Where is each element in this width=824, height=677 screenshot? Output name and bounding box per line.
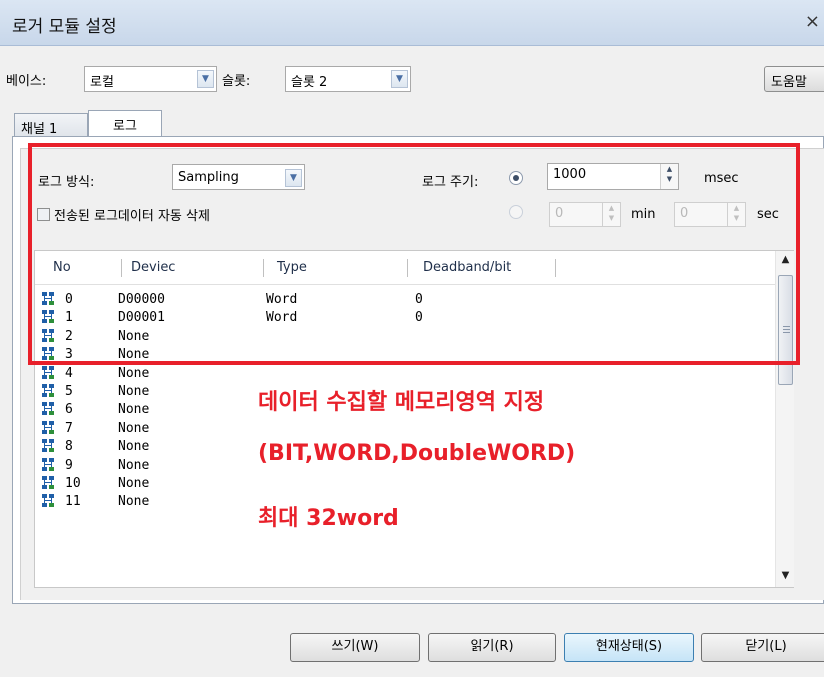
cell-device: None xyxy=(118,439,150,455)
cell-deadband: 0 xyxy=(415,292,423,307)
msec-unit-label: msec xyxy=(704,171,739,186)
grid-header: No Deviec Type Deadband/bit xyxy=(35,251,775,285)
cell-device: None xyxy=(118,328,150,344)
column-header[interactable]: No xyxy=(53,260,71,275)
column-header[interactable]: Deviec xyxy=(131,260,175,275)
grip-icon xyxy=(783,326,790,335)
sec-unit-label: sec xyxy=(757,207,779,222)
annotation-line-2: (BIT,WORD,DoubleWORD) xyxy=(258,441,576,466)
title-bar: 로거 모듈 설정 × xyxy=(0,0,824,46)
log-period-label: 로그 주기: xyxy=(422,175,479,190)
column-divider xyxy=(555,259,556,277)
sec-input[interactable]: 0 ▲ ▼ xyxy=(674,202,746,227)
base-label: 베이스: xyxy=(6,74,47,89)
device-tree-icon xyxy=(41,457,55,473)
spinner-icon[interactable]: ▲ ▼ xyxy=(602,203,620,226)
slot-label: 슬롯: xyxy=(222,74,251,89)
device-tree-icon xyxy=(41,438,55,454)
period-minsec-radio[interactable] xyxy=(509,205,523,219)
vertical-scrollbar[interactable]: ▲ ▼ xyxy=(775,251,794,587)
read-button[interactable]: 읽기(R) xyxy=(428,633,556,662)
base-select[interactable]: 로컬 ▼ xyxy=(84,66,217,92)
write-button[interactable]: 쓰기(W) xyxy=(290,633,420,662)
cell-device: None xyxy=(118,494,150,510)
cell-device: None xyxy=(118,347,150,363)
help-button[interactable]: 도움말 xyxy=(764,66,824,92)
tab-channel-1[interactable]: 채널 1 xyxy=(14,113,88,137)
min-unit-label: min xyxy=(631,207,656,222)
chevron-down-icon[interactable]: ▼ xyxy=(197,70,214,88)
cell-no: 7 xyxy=(65,420,73,436)
cell-deadband: 0 xyxy=(415,310,423,326)
cell-device: None xyxy=(118,384,150,399)
cell-no: 5 xyxy=(65,384,73,399)
spinner-icon[interactable]: ▲ ▼ xyxy=(727,203,745,226)
cell-no: 1 xyxy=(65,310,73,326)
column-header[interactable]: Type xyxy=(277,260,307,275)
cell-no: 10 xyxy=(65,476,81,491)
device-tree-icon xyxy=(41,420,55,436)
device-tree-icon xyxy=(41,291,55,307)
device-tree-icon xyxy=(41,365,55,381)
cell-no: 2 xyxy=(65,328,73,344)
column-divider xyxy=(121,259,122,277)
column-divider xyxy=(407,259,408,277)
cell-type: Word xyxy=(266,292,298,307)
scroll-down-icon[interactable]: ▼ xyxy=(776,567,795,585)
spinner-icon[interactable]: ▲ ▼ xyxy=(660,164,678,189)
close-button[interactable]: 닫기(L) xyxy=(701,633,824,662)
close-icon[interactable]: × xyxy=(805,11,820,32)
window-title: 로거 모듈 설정 xyxy=(12,17,117,37)
device-tree-icon xyxy=(41,493,55,509)
device-tree-icon xyxy=(41,383,55,399)
cell-type: Word xyxy=(266,310,298,326)
table-row[interactable]: 11 None xyxy=(35,491,775,513)
status-button[interactable]: 현재상태(S) xyxy=(564,633,694,662)
cell-no: 0 xyxy=(65,292,73,307)
cell-no: 9 xyxy=(65,457,73,473)
device-tree-icon xyxy=(41,328,55,344)
annotation-line-1: 데이터 수집할 메모리영역 지정 xyxy=(258,390,545,415)
cell-device: None xyxy=(118,476,150,491)
chevron-down-icon[interactable]: ▼ xyxy=(285,169,302,187)
chevron-down-icon[interactable]: ▼ xyxy=(391,70,408,88)
log-period-input[interactable]: 1000 ▲ ▼ xyxy=(547,163,679,190)
min-input[interactable]: 0 ▲ ▼ xyxy=(549,202,621,227)
cell-device: None xyxy=(118,457,150,473)
log-method-select[interactable]: Sampling ▼ xyxy=(172,164,305,190)
column-divider xyxy=(263,259,264,277)
cell-device: None xyxy=(118,402,150,418)
scroll-thumb[interactable] xyxy=(778,275,793,385)
device-tree-icon xyxy=(41,346,55,362)
auto-delete-label: 전송된 로그데이터 자동 삭제 xyxy=(54,209,210,224)
device-list[interactable]: No Deviec Type Deadband/bit 0 D00000 Word 0… xyxy=(34,250,794,588)
device-tree-icon xyxy=(41,475,55,491)
log-method-label: 로그 방식: xyxy=(38,175,95,190)
tab-log[interactable]: 로그 xyxy=(88,110,162,137)
annotation-line-3: 최대 32word xyxy=(258,506,399,531)
cell-no: 3 xyxy=(65,347,73,363)
cell-no: 4 xyxy=(65,365,73,381)
cell-device: D00000 xyxy=(118,292,165,307)
cell-no: 11 xyxy=(65,494,81,510)
device-tree-icon xyxy=(41,401,55,417)
period-msec-radio[interactable] xyxy=(509,171,523,185)
scroll-up-icon[interactable]: ▲ xyxy=(776,251,795,269)
column-header[interactable]: Deadband/bit xyxy=(423,260,511,275)
cell-no: 6 xyxy=(65,402,73,418)
cell-device: D00001 xyxy=(118,310,165,326)
auto-delete-checkbox[interactable] xyxy=(37,208,50,221)
cell-device: None xyxy=(118,365,150,381)
cell-no: 8 xyxy=(65,439,73,455)
slot-select[interactable]: 슬롯 2 ▼ xyxy=(285,66,411,92)
device-tree-icon xyxy=(41,309,55,325)
cell-device: None xyxy=(118,420,150,436)
